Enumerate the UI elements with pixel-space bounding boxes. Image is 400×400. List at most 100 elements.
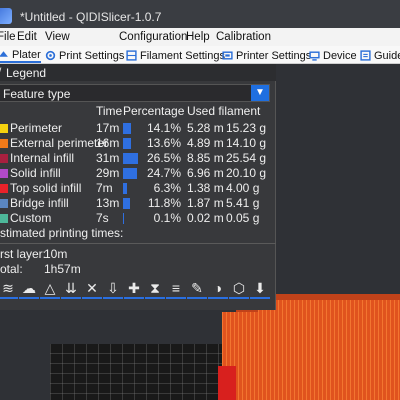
- feature-weight: 15.23 g: [226, 121, 267, 135]
- shells-icon[interactable]: ◑: [208, 279, 228, 299]
- feature-time: 7s: [96, 211, 109, 225]
- percentage-bar: [123, 123, 131, 134]
- percentage-bar: [123, 168, 137, 179]
- feature-length: 0.02 m: [187, 211, 224, 225]
- feature-name: Perimeter: [10, 121, 63, 135]
- feature-weight: 20.10 g: [226, 166, 267, 180]
- pencil-icon[interactable]: ✎: [187, 279, 207, 299]
- tab-label: Printer Settings: [236, 49, 312, 62]
- collapse-chevron-icon[interactable]: /: [0, 65, 1, 79]
- first-layer-time: rst layer: 10m: [0, 247, 67, 261]
- tab-printer-settings[interactable]: Printer Settings: [222, 48, 311, 63]
- legend-row[interactable]: External perimeter 16m 13.6% 4.89 m 14.10 g: [0, 136, 276, 151]
- percentage-bar: [123, 138, 131, 149]
- menu-view[interactable]: View: [45, 31, 70, 43]
- legend-title: Legend: [6, 66, 47, 80]
- feature-name: Internal infill: [10, 151, 75, 165]
- feature-length: 1.38 m: [187, 181, 224, 195]
- legend-row[interactable]: Bridge infill 13m 11.8% 1.87 m 5.41 g: [0, 196, 276, 211]
- feature-percent: 11.8%: [147, 196, 181, 210]
- legend-panel: / Legend Feature type ▼ Time Percentage …: [0, 64, 276, 310]
- pause-icon[interactable]: ⧗: [145, 279, 165, 299]
- window-title: *Untitled - QIDISlicer-1.0.7: [20, 10, 162, 24]
- feature-weight: 0.05 g: [226, 211, 260, 225]
- column-time: Time: [96, 104, 123, 118]
- feature-color-swatch: [0, 124, 8, 133]
- tab-plater[interactable]: Plater: [0, 48, 41, 63]
- plater-icon: [0, 51, 8, 57]
- tab-bar: Plater Print Settings Filament Settings …: [0, 46, 400, 64]
- menu-configuration[interactable]: Configuration: [119, 31, 187, 43]
- menu-calibration[interactable]: Calibration: [216, 31, 271, 43]
- percentage-bar: [123, 153, 138, 164]
- app-logo-icon: [0, 8, 12, 24]
- feature-color-swatch: [0, 214, 8, 223]
- custom-gcode-icon[interactable]: ≡: [166, 279, 186, 299]
- legend-row[interactable]: Solid infill 29m 24.7% 6.96 m 20.10 g: [0, 166, 276, 181]
- menu-file[interactable]: File: [0, 31, 16, 43]
- column-used-filament: Used filament: [187, 104, 261, 118]
- percentage-bar: [123, 198, 130, 209]
- feature-percent: 24.7%: [146, 166, 181, 180]
- feature-name: Custom: [10, 211, 52, 225]
- cube-icon[interactable]: ⬡: [229, 279, 249, 299]
- seam-icon[interactable]: ⇩: [103, 279, 123, 299]
- legend-row[interactable]: Top solid infill 7m 6.3% 1.38 m 4.00 g: [0, 181, 276, 196]
- legend-row[interactable]: Internal infill 31m 26.5% 8.85 m 25.54 g: [0, 151, 276, 166]
- feature-percent: 6.3%: [153, 181, 181, 195]
- feature-time: 13m: [96, 196, 120, 210]
- tab-filament-settings[interactable]: Filament Settings: [126, 48, 225, 63]
- tab-print-settings[interactable]: Print Settings: [45, 48, 124, 63]
- printed-part-top: [258, 300, 400, 340]
- tab-device[interactable]: Device: [309, 48, 357, 63]
- menu-help[interactable]: Help: [186, 31, 210, 43]
- feature-color-swatch: [0, 199, 8, 208]
- feature-percent: 26.5%: [146, 151, 181, 165]
- title-bar: *Untitled - QIDISlicer-1.0.7: [0, 0, 400, 30]
- feature-time: 29m: [96, 166, 120, 180]
- download-icon[interactable]: ⬇: [250, 279, 270, 299]
- feature-length: 8.85 m: [187, 151, 224, 165]
- wedge-icon[interactable]: △: [40, 279, 60, 299]
- legend-header[interactable]: / Legend: [0, 64, 276, 81]
- estimated-times-label: stimated printing times:: [0, 226, 124, 240]
- color-change-icon[interactable]: ✚: [124, 279, 144, 299]
- feature-length: 5.28 m: [187, 121, 224, 135]
- tool-select-icon[interactable]: ⇊: [61, 279, 81, 299]
- chevron-down-icon[interactable]: ▼: [251, 85, 269, 101]
- feature-color-swatch: [0, 184, 8, 193]
- device-icon: [309, 51, 320, 61]
- legend-row[interactable]: Perimeter 17m 14.1% 5.28 m 15.23 g: [0, 121, 276, 136]
- percentage-bar: [123, 213, 124, 224]
- column-percentage: Percentage: [123, 104, 185, 118]
- feature-time: 7m: [96, 181, 113, 195]
- feature-time: 31m: [96, 151, 120, 165]
- tab-guide[interactable]: Guide: [360, 48, 400, 63]
- feature-color-swatch: [0, 169, 8, 178]
- tab-label: Guide: [374, 49, 400, 62]
- feature-weight: 4.00 g: [226, 181, 260, 195]
- legend-row[interactable]: Custom 7s 0.1% 0.02 m 0.05 g: [0, 211, 276, 226]
- filament-settings-icon: [126, 50, 137, 61]
- preview-toolbar: ≋ ☁ △ ⇊ ✕ ⇩ ✚ ⧗ ≡ ✎ ◑ ⬡ ⬇: [0, 276, 276, 306]
- feature-length: 1.87 m: [187, 196, 224, 210]
- feature-time: 17m: [96, 121, 120, 135]
- feature-name: External perimeter: [10, 136, 109, 150]
- feature-weight: 5.41 g: [226, 196, 260, 210]
- tab-label: Filament Settings: [140, 49, 225, 62]
- printer-settings-icon: [222, 51, 233, 60]
- feature-percent: 13.6%: [146, 136, 181, 150]
- view-type-value: Feature type: [3, 87, 71, 101]
- menu-edit[interactable]: Edit: [17, 31, 37, 43]
- divider: [0, 243, 276, 244]
- view-type-select[interactable]: Feature type ▼: [0, 84, 270, 102]
- cloud-icon[interactable]: ☁: [19, 279, 39, 299]
- feature-percent: 14.1%: [146, 121, 181, 135]
- layers-view-icon[interactable]: ≋: [0, 279, 18, 299]
- print-settings-icon: [45, 50, 56, 61]
- feature-length: 6.96 m: [187, 166, 224, 180]
- total-value: 1h57m: [44, 262, 81, 276]
- feature-color-swatch: [0, 139, 8, 148]
- wipe-icon[interactable]: ✕: [82, 279, 102, 299]
- feature-name: Bridge infill: [10, 196, 69, 210]
